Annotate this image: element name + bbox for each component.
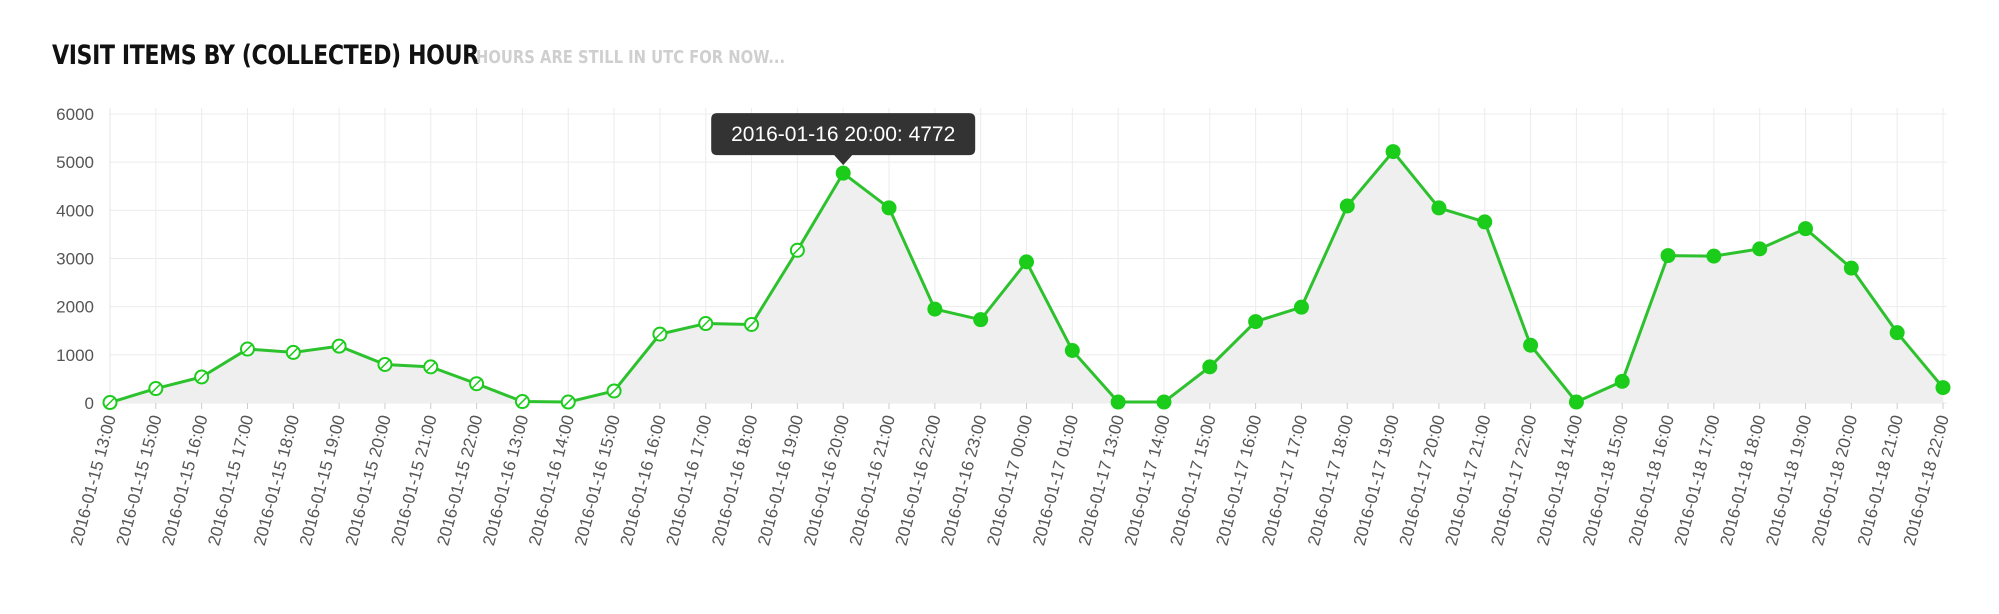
x-tick-label: 2016-01-16 22:00	[892, 413, 945, 548]
data-point[interactable]	[973, 312, 989, 328]
x-tick-label: 2016-01-15 16:00	[158, 413, 211, 548]
x-tick-label: 2016-01-16 18:00	[708, 413, 761, 548]
y-tick-label: 3000	[56, 250, 94, 269]
data-point[interactable]	[1477, 214, 1493, 230]
x-tick-label: 2016-01-15 20:00	[342, 413, 395, 548]
y-axis-ticks: 0 1000 2000 3000 4000 5000 6000	[56, 105, 94, 413]
x-tick-label: 2016-01-17 19:00	[1350, 413, 1403, 548]
data-point[interactable]	[1293, 299, 1309, 315]
x-tick-label: 2016-01-17 14:00	[1121, 413, 1174, 548]
data-point[interactable]	[1614, 373, 1630, 389]
x-tick-label: 2016-01-17 18:00	[1304, 413, 1357, 548]
y-tick-label: 0	[85, 394, 94, 413]
data-point[interactable]	[1706, 248, 1722, 264]
x-tick-label: 2016-01-17 15:00	[1167, 413, 1220, 548]
data-point[interactable]	[1110, 394, 1126, 410]
data-point[interactable]	[881, 200, 897, 216]
data-point[interactable]	[1660, 248, 1676, 264]
data-point[interactable]	[1156, 394, 1172, 410]
data-point[interactable]	[1431, 200, 1447, 216]
data-point[interactable]	[1202, 359, 1218, 375]
data-point[interactable]	[1798, 221, 1814, 237]
tooltip-text: 2016-01-16 20:00: 4772	[731, 123, 955, 146]
data-point[interactable]	[835, 165, 851, 181]
x-tick-label: 2016-01-17 20:00	[1396, 413, 1449, 548]
x-axis-ticks: 2016-01-15 13:002016-01-15 15:002016-01-…	[67, 413, 1953, 548]
x-tick-label: 2016-01-15 15:00	[113, 413, 166, 548]
x-tick-label: 2016-01-17 16:00	[1212, 413, 1265, 548]
x-tick-label: 2016-01-17 21:00	[1442, 413, 1495, 548]
y-tick-label: 2000	[56, 298, 94, 317]
data-point[interactable]	[1248, 314, 1264, 330]
x-tick-label: 2016-01-18 18:00	[1716, 413, 1769, 548]
x-tick-label: 2016-01-16 13:00	[479, 413, 532, 548]
data-point[interactable]	[1568, 394, 1584, 410]
x-tick-label: 2016-01-18 14:00	[1533, 413, 1586, 548]
data-point[interactable]	[1064, 342, 1080, 358]
x-tick-label: 2016-01-17 13:00	[1075, 413, 1128, 548]
data-point[interactable]	[1889, 325, 1905, 341]
x-tick-label: 2016-01-15 21:00	[388, 413, 441, 548]
tooltip: 2016-01-16 20:00: 4772	[711, 113, 976, 166]
data-point[interactable]	[1339, 198, 1355, 214]
x-tick-label: 2016-01-15 17:00	[204, 413, 257, 548]
x-tick-label: 2016-01-16 23:00	[937, 413, 990, 548]
x-tick-label: 2016-01-15 13:00	[67, 413, 120, 548]
x-tick-label: 2016-01-17 01:00	[1029, 413, 1082, 548]
x-tick-label: 2016-01-16 21:00	[846, 413, 899, 548]
data-point[interactable]	[1843, 260, 1859, 276]
x-tick-label: 2016-01-18 22:00	[1900, 413, 1953, 548]
line-chart: 0 1000 2000 3000 4000 5000 6000 2016-01-15 13:…	[56, 105, 1953, 548]
x-tick-label: 2016-01-16 15:00	[571, 413, 624, 548]
y-tick-label: 6000	[56, 105, 94, 124]
x-tick-label: 2016-01-18 15:00	[1579, 413, 1632, 548]
x-tick-label: 2016-01-15 22:00	[433, 413, 486, 548]
data-point[interactable]	[1523, 337, 1539, 353]
y-tick-label: 5000	[56, 153, 94, 172]
x-tick-label: 2016-01-17 22:00	[1487, 413, 1540, 548]
x-tick-label: 2016-01-16 14:00	[525, 413, 578, 548]
x-tick-label: 2016-01-18 19:00	[1762, 413, 1815, 548]
data-point[interactable]	[1752, 241, 1768, 257]
x-tick-label: 2016-01-16 20:00	[800, 413, 853, 548]
data-point[interactable]	[1019, 254, 1034, 270]
x-tick-label: 2016-01-16 16:00	[617, 413, 670, 548]
x-tick-label: 2016-01-18 17:00	[1671, 413, 1724, 548]
x-tick-label: 2016-01-18 21:00	[1854, 413, 1907, 548]
y-tick-label: 4000	[56, 201, 94, 220]
x-tick-label: 2016-01-17 00:00	[983, 413, 1036, 548]
data-point[interactable]	[927, 301, 943, 317]
x-tick-label: 2016-01-16 19:00	[754, 413, 807, 548]
data-point[interactable]	[1935, 380, 1951, 396]
x-tick-label: 2016-01-15 18:00	[250, 413, 303, 548]
data-point[interactable]	[1385, 144, 1401, 160]
x-tick-label: 2016-01-15 19:00	[296, 413, 349, 548]
x-tick-label: 2016-01-16 17:00	[662, 413, 715, 548]
x-tick-label: 2016-01-18 20:00	[1808, 413, 1861, 548]
x-tick-label: 2016-01-18 16:00	[1625, 413, 1678, 548]
x-tick-label: 2016-01-17 17:00	[1258, 413, 1311, 548]
y-tick-label: 1000	[56, 346, 94, 365]
